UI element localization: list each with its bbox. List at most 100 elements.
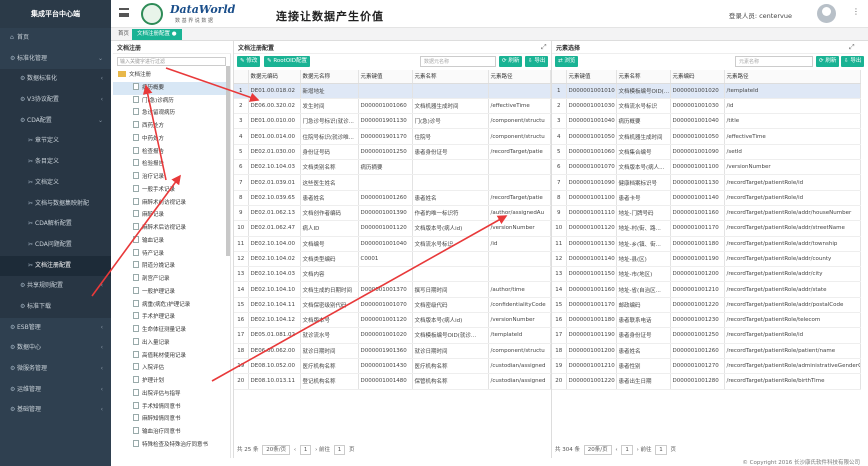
tree-item[interactable]: 一般护理记录	[113, 286, 230, 299]
sidebar-item[interactable]: ✂ CDA问题配置	[0, 234, 111, 256]
table-row[interactable]: 5 DE02.01.030.00 身份证号码 D000001001250 患者身份证号 /…	[234, 144, 551, 161]
current-page[interactable]: 1	[299, 445, 312, 455]
table-row[interactable]: 17 DE05.01.081.02 就诊流水号 D000001001020 文档模板编号…	[234, 327, 551, 344]
column-header[interactable]	[234, 70, 249, 84]
column-header[interactable]: 元素键值	[358, 70, 413, 84]
table-row[interactable]: 14 D000001001160 地址-省(自治区... D000001001210/…	[552, 281, 861, 298]
table-row[interactable]: 18 DE06.00.062.00 就诊日期时间 D000001901360 就诊日期时…	[234, 343, 551, 359]
table-row[interactable]: 4 D000001001050 文档机器生成时间 D000001001050/effe…	[552, 128, 861, 145]
tree-item[interactable]: 出入量记录	[113, 337, 230, 350]
table-row[interactable]: 8 D000001001100 患者卡号 D000001001140/recordTa…	[552, 190, 861, 206]
more-icon[interactable]: ⋮	[852, 7, 860, 16]
sidebar-item[interactable]: ⚙ 标准化管理 ⌄	[0, 49, 111, 70]
sidebar-item[interactable]: ⚙ 运维管理 ‹	[0, 380, 111, 401]
table-row[interactable]: 13 DE02.10.104.03 文档内容	[234, 266, 551, 283]
tree-item[interactable]: 生命体征测量记录	[113, 324, 230, 337]
menu-toggle-icon[interactable]	[119, 8, 129, 17]
tree-filter-input[interactable]: 输入关键字进行过滤	[117, 57, 226, 66]
table-row[interactable]: 10 D000001001120 地址-村(街、路... D000001001170/…	[552, 220, 861, 237]
tree-root[interactable]: 文档注册	[113, 69, 230, 82]
prev-page-icon[interactable]: ‹	[615, 447, 617, 453]
tree-item[interactable]: 麻醉术前访视记录	[113, 197, 230, 210]
tab-home[interactable]: 首页	[113, 29, 134, 40]
tree-item[interactable]: 治疗记录	[113, 171, 230, 184]
tree-item[interactable]: 病历概要	[113, 81, 230, 95]
tree-item[interactable]: 手术知情同意书	[113, 401, 230, 414]
sidebar-item[interactable]: ⚙ CDA配置 ⌄	[0, 110, 111, 132]
table-row[interactable]: 3 D000001001040 病历概要 D000001001040/title	[552, 113, 861, 130]
table-row[interactable]: 9 D000001001110 地址-门牌号码 D000001001160/recor…	[552, 205, 861, 222]
tree-item[interactable]: 输血记录	[113, 235, 230, 248]
sidebar-item[interactable]: ⚙ 共享规则配置 ‹	[0, 276, 111, 297]
prev-page-icon[interactable]: ‹	[294, 447, 296, 453]
tree-item[interactable]: 手术护理记录	[113, 311, 230, 324]
table-row[interactable]: 14 DE02.10.104.10 文档生成的日期时间 D000001001370 撰写…	[234, 281, 551, 298]
middle-refresh-button[interactable]: ⟳ 刷新	[499, 56, 523, 67]
sidebar-item[interactable]: ⚙ 基础管理 ‹	[0, 400, 111, 421]
tree-item[interactable]: 特殊检查及特殊治疗同意书	[113, 439, 230, 452]
sidebar-item[interactable]: ✂ 文档定义	[0, 172, 111, 194]
table-row[interactable]: 18 D000001001200 患者姓名 D000001001260/recordT…	[552, 343, 861, 359]
page-size-select[interactable]: 20条/页	[262, 445, 291, 455]
tree-item[interactable]: 门(急)诊病历	[113, 95, 230, 108]
table-row[interactable]: 9 DE02.01.062.13 文档创作者编码 D000001001390 作者的唯一…	[234, 205, 551, 222]
column-header[interactable]	[552, 70, 567, 84]
tree-item[interactable]: 西药处方	[113, 120, 230, 133]
table-row[interactable]: 19 DE08.10.052.00 医疗机构名称 D000001001430 医疗机构名…	[234, 358, 551, 375]
table-row[interactable]: 20 D000001001220 患者出生日期 D000001001280/recor…	[552, 373, 861, 390]
table-row[interactable]: 6 DE02.10.104.03 文档类别名称 病历摘要	[234, 159, 551, 176]
table-row[interactable]: 2 DE06.00.320.02 发生时间 D000001001060 文档机器生成时间…	[234, 98, 551, 115]
tree-item[interactable]: 麻醉记录	[113, 209, 230, 222]
table-row[interactable]: 16 DE02.10.104.12 文档版本号 D000001001120 文档版本号(…	[234, 312, 551, 329]
table-row[interactable]: 12 DE02.10.104.02 文档类型编码 C0001	[234, 251, 551, 268]
middle-search-input[interactable]: 数据元名称	[420, 56, 496, 67]
sidebar-item[interactable]: ⚙ V3协议配置 ‹	[0, 90, 111, 111]
goto-page-input[interactable]: 1	[333, 445, 346, 455]
middle-export-button[interactable]: ⇩ 导出	[525, 56, 549, 67]
table-row[interactable]: 10 DE02.01.062.47 病人ID D000001001120 文档版本号(病…	[234, 220, 551, 237]
column-header[interactable]: 元素路径	[724, 70, 861, 84]
tree-item[interactable]: 急诊留观病历	[113, 107, 230, 120]
expand-icon[interactable]: ⤢	[849, 43, 855, 52]
table-row[interactable]: 5 D000001001060 文档集合编号 D000001001090/setId	[552, 144, 861, 161]
column-header[interactable]: 元素键值	[566, 70, 617, 84]
table-row[interactable]: 3 DE01.00.010.00 门急诊号标识(就诊... D000001901130…	[234, 113, 551, 130]
tree-scrollbar[interactable]	[226, 66, 230, 256]
sidebar-item[interactable]: ✂ 条目定义	[0, 152, 111, 173]
table-row[interactable]: 12 D000001001140 地址-县(区) D000001001190/reco…	[552, 251, 861, 268]
table-row[interactable]: 15 D000001001170 邮政编码 D000001001220/recordT…	[552, 297, 861, 314]
column-header[interactable]: 数据元编码	[248, 70, 301, 84]
tree-item[interactable]: 护理计划	[113, 375, 230, 388]
tree-item[interactable]: 输血治疗同意书	[113, 426, 230, 439]
table-row[interactable]: 6 D000001001070 文档版本号(病人... D000001001100/v…	[552, 159, 861, 176]
sidebar-item[interactable]: ✂ 文档注册配置	[0, 255, 111, 277]
right-export-button[interactable]: ⇩ 导出	[841, 56, 865, 67]
table-row[interactable]: 4 DE01.00.014.00 住院号标识(就诊唯... D000001901170…	[234, 128, 551, 145]
sidebar-item[interactable]: ✂ 章节定义	[0, 131, 111, 153]
tab-doc-register-config[interactable]: 文档注册配置 ●	[132, 29, 182, 40]
column-header[interactable]: 元素名称	[616, 70, 671, 84]
column-header[interactable]: 数据元名称	[300, 70, 359, 84]
tree-item[interactable]: 中药处方	[113, 133, 230, 146]
sidebar-item[interactable]: ⌂ 首页	[0, 28, 111, 49]
tree-item[interactable]: 麻醉知情同意书	[113, 413, 230, 426]
tree-item[interactable]: 检查报告	[113, 146, 230, 159]
sidebar-item[interactable]: ⚙ 微服务管理 ‹	[0, 359, 111, 380]
table-row[interactable]: 20 DE08.10.013.11 登记机构名称 D000001001480 保管机构名…	[234, 373, 551, 390]
table-row[interactable]: 7 D000001001090 健康档案标识号 D000001001130/recor…	[552, 174, 861, 191]
right-refresh-button[interactable]: ⟳ 刷新	[816, 56, 840, 67]
sidebar-item[interactable]: ⚙ 数据标准化 ‹	[0, 69, 111, 91]
next-page-icon[interactable]: ›	[315, 447, 317, 453]
tree-item[interactable]: 麻醉术后访视记录	[113, 222, 230, 235]
sidebar-item[interactable]: ✂ CDA解析配置	[0, 214, 111, 235]
sidebar-item[interactable]: ✂ 文档与数据集映射配	[0, 193, 111, 215]
tree-item[interactable]: 阴道分娩记录	[113, 260, 230, 273]
table-row[interactable]: 7 DE02.01.039.01 这些医生姓名	[234, 174, 551, 191]
tree-item[interactable]: 检验报告	[113, 158, 230, 171]
goto-page-input[interactable]: 1	[655, 445, 667, 455]
table-row[interactable]: 19 D000001001210 患者性别 D000001001270/recordT…	[552, 358, 861, 375]
current-page[interactable]: 1	[621, 445, 633, 455]
tree-item[interactable]: 剖宫产记录	[113, 273, 230, 286]
column-header[interactable]: 元素名称	[412, 70, 489, 84]
tree-item[interactable]: 病重(病危)护理记录	[113, 299, 230, 312]
